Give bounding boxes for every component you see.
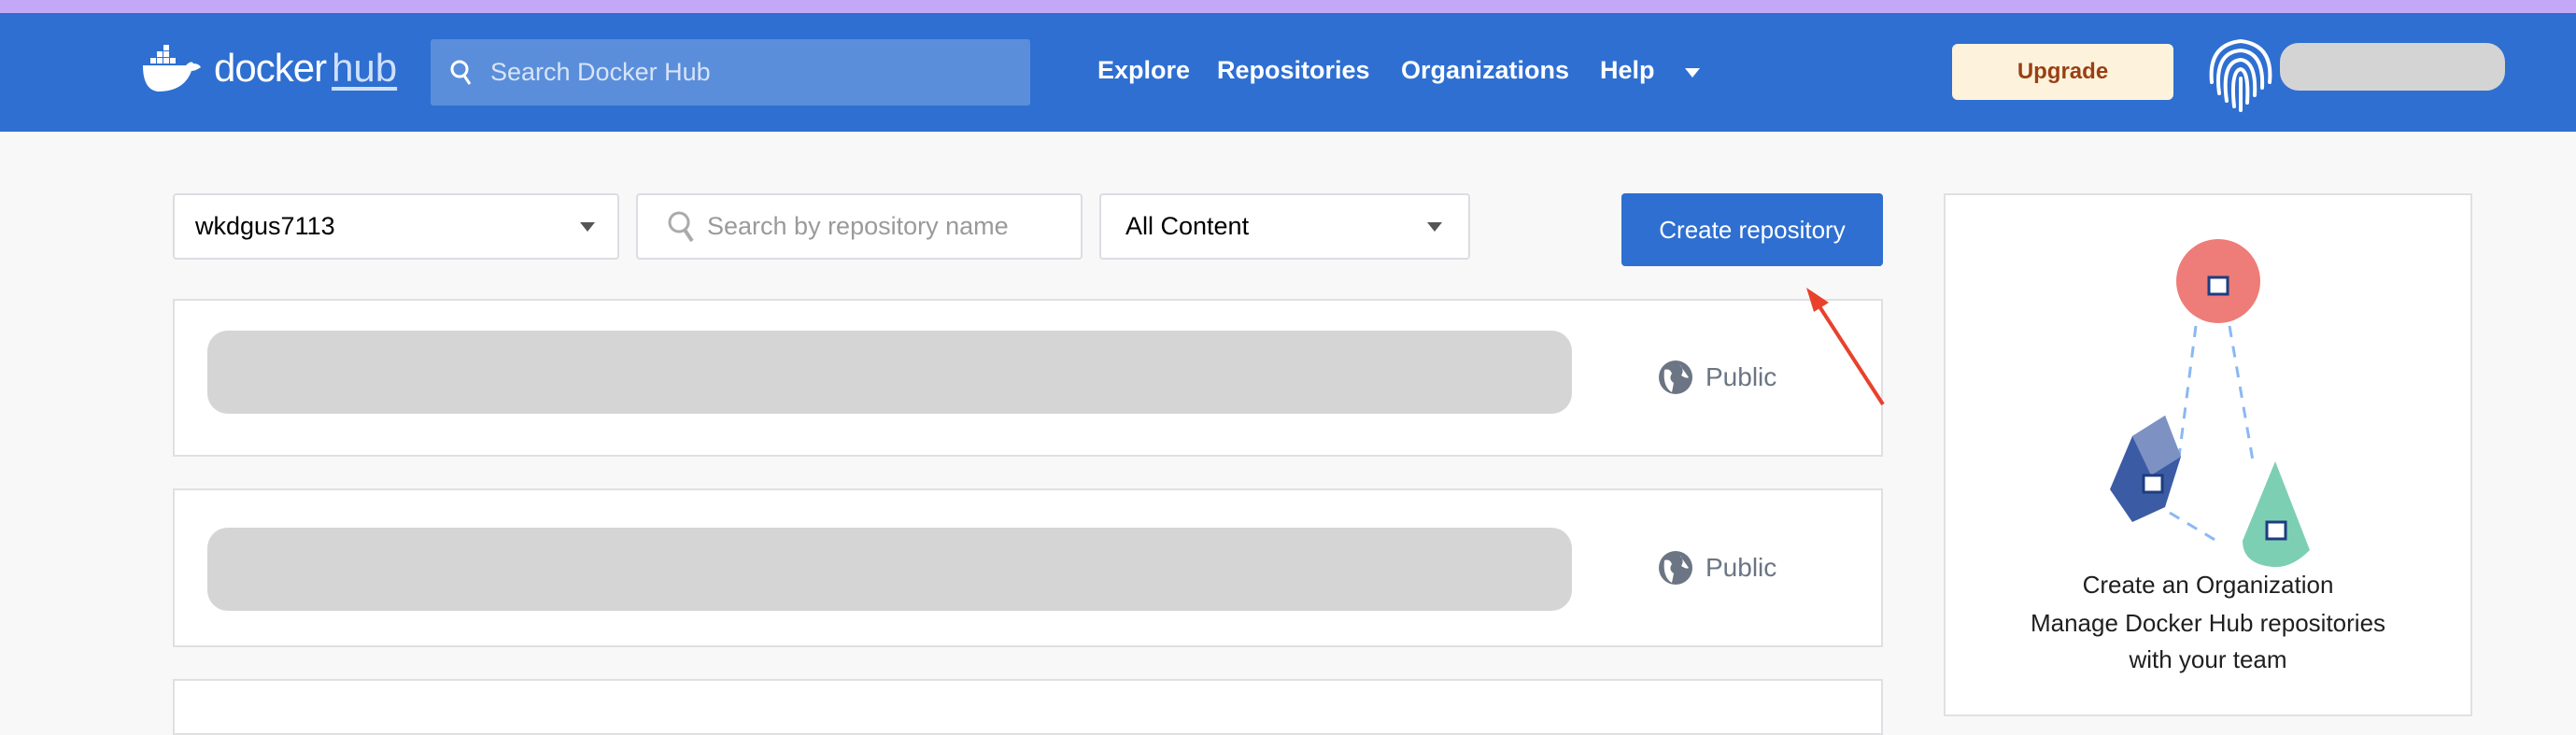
repository-row[interactable]: [173, 679, 1883, 735]
create-repository-button[interactable]: Create repository: [1621, 193, 1883, 266]
repository-name-redacted: [207, 528, 1572, 611]
visibility-label: Public: [1657, 359, 1776, 396]
repository-name-redacted: [207, 331, 1572, 414]
annotation-arrow: [1806, 288, 1885, 406]
top-accent-bar: [0, 0, 2576, 13]
search-icon: [450, 60, 472, 85]
global-search-input[interactable]: Search Docker Hub: [431, 39, 1030, 106]
namespace-select[interactable]: wkdgus7113: [173, 193, 619, 260]
globe-icon: [1659, 360, 1692, 394]
username-redacted[interactable]: [2280, 43, 2505, 91]
organization-illustration: [2110, 239, 2310, 568]
nav-repositories[interactable]: Repositories: [1217, 56, 1370, 85]
nav-organizations[interactable]: Organizations: [1401, 56, 1569, 85]
content-filter-select[interactable]: All Content: [1099, 193, 1470, 260]
repository-search-input[interactable]: Search by repository name: [636, 193, 1083, 260]
search-icon: [668, 211, 694, 242]
card-description-line2: with your team: [2129, 645, 2287, 673]
nav-explore[interactable]: Explore: [1097, 56, 1190, 85]
visibility-text: Public: [1706, 553, 1777, 582]
nav-help[interactable]: Help: [1600, 56, 1655, 85]
chevron-down-icon: [1427, 221, 1442, 232]
create-organization-card[interactable]: Create an Organization Manage Docker Hub…: [1944, 193, 2472, 716]
docker-whale-icon: [143, 45, 201, 92]
search-placeholder: Search Docker Hub: [490, 58, 711, 86]
upgrade-button[interactable]: Upgrade: [1952, 44, 2173, 100]
card-title: Create an Organization: [2082, 571, 2334, 599]
docker-hub-logo[interactable]: docker hub: [141, 43, 397, 93]
help-chevron-down-icon[interactable]: [1683, 66, 1702, 79]
content-filter-value: All Content: [1125, 212, 1250, 240]
logo-text-hub: hub: [332, 46, 398, 90]
globe-icon: [1659, 551, 1692, 585]
search-placeholder: Search by repository name: [707, 212, 1009, 240]
visibility-text: Public: [1706, 362, 1777, 391]
card-description-line1: Manage Docker Hub repositories: [2030, 609, 2386, 637]
chevron-down-icon: [580, 221, 595, 232]
namespace-value: wkdgus7113: [195, 212, 335, 240]
visibility-label: Public: [1657, 549, 1776, 587]
fingerprint-avatar-icon[interactable]: [2204, 35, 2277, 114]
logo-text-docker: docker: [214, 46, 327, 90]
